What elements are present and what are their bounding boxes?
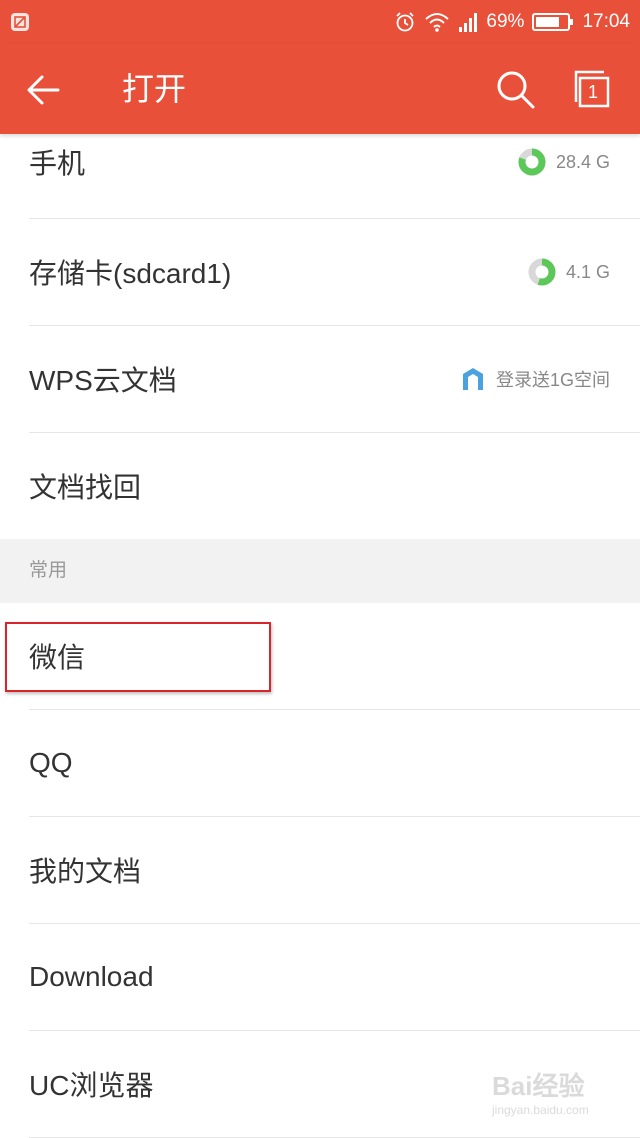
tab-count: 1 bbox=[587, 82, 598, 102]
signal-icon bbox=[459, 13, 478, 32]
section-header-common: 常用 bbox=[0, 539, 640, 603]
list-item-label: 手机 bbox=[29, 148, 86, 179]
status-bar: 69% 17:04 bbox=[0, 0, 640, 44]
list-item-label: 存储卡(sdcard1) bbox=[29, 258, 232, 289]
watermark-url: jingyan.baidu.com bbox=[492, 1103, 589, 1117]
list-item-label: 微信 bbox=[29, 642, 86, 673]
storage-pie-icon bbox=[528, 258, 556, 286]
location-list: 手机 28.4 G 存储卡(sdcard1) 4.1 G WPS云文档 登录送1… bbox=[0, 134, 640, 1138]
list-item-qq[interactable]: QQ bbox=[29, 710, 640, 817]
list-item-label: WPS云文档 bbox=[29, 365, 177, 396]
list-item-label: Download bbox=[29, 961, 154, 992]
page-title: 打开 bbox=[122, 70, 187, 108]
list-item-sdcard[interactable]: 存储卡(sdcard1) 4.1 G bbox=[29, 219, 640, 326]
wifi-icon bbox=[425, 13, 450, 32]
back-arrow-icon[interactable] bbox=[22, 68, 66, 112]
list-item-download[interactable]: Download bbox=[29, 924, 640, 1031]
search-icon[interactable] bbox=[494, 68, 538, 112]
list-item-label: UC浏览器 bbox=[29, 1070, 154, 1101]
battery-percent: 69% bbox=[486, 11, 525, 32]
list-item-doc-recovery[interactable]: 文档找回 bbox=[29, 433, 640, 539]
list-item-label: 我的文档 bbox=[29, 856, 142, 887]
battery-icon bbox=[532, 13, 574, 31]
watermark: Bai经验 jingyan.baidu.com bbox=[492, 1066, 612, 1132]
wps-cloud-icon bbox=[462, 368, 483, 390]
watermark-logo: Bai经验 bbox=[492, 1071, 585, 1101]
screenshot-icon bbox=[11, 13, 29, 31]
list-item-label: 文档找回 bbox=[29, 472, 142, 503]
storage-pie-icon bbox=[518, 148, 546, 176]
alarm-icon bbox=[396, 12, 415, 32]
list-item-wps-cloud[interactable]: WPS云文档 登录送1G空间 bbox=[29, 326, 640, 433]
list-item-phone[interactable]: 手机 28.4 G bbox=[29, 134, 640, 219]
tabs-button[interactable]: 1 bbox=[572, 66, 616, 110]
list-item-wechat[interactable]: 微信 bbox=[29, 603, 640, 710]
status-right-group: 69% 17:04 bbox=[394, 0, 630, 44]
storage-size: 28.4 G bbox=[555, 151, 610, 172]
clock: 17:04 bbox=[582, 11, 630, 32]
list-item-my-documents[interactable]: 我的文档 bbox=[29, 817, 640, 924]
list-item-label: QQ bbox=[29, 747, 73, 778]
wps-login-promo: 登录送1G空间 bbox=[495, 370, 610, 390]
storage-size: 4.1 G bbox=[565, 261, 610, 282]
